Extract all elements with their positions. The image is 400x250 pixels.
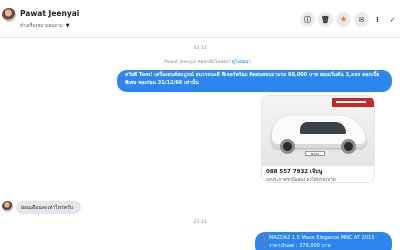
image-attachment[interactable]: MAZ2 088 557 7932 เจ้บนู ลงประกาศรถมือสอ… xyxy=(261,95,375,183)
checkmark-icon: ✓ xyxy=(389,15,396,24)
label-selector[interactable]: ทำเครื่องหมายคนถาม ▼ xyxy=(20,22,70,30)
system-message-text: Pawat Jeenyai ตอบกลับโฆษณา xyxy=(164,60,231,65)
wheel xyxy=(280,139,295,154)
incoming-message: ผ่อนเดือนละเท่าไหร่ครับ xyxy=(16,201,81,214)
card-subtitle: ลงประกาศรถมือสอง ลงได้ทุกจังหวัด xyxy=(266,178,336,183)
mark-unread-button[interactable]: ✉ xyxy=(354,12,369,27)
avatar[interactable] xyxy=(2,8,16,22)
status-label: ทำเครื่องหมายคนถาม xyxy=(20,24,63,29)
car-photo[interactable]: MAZ2 xyxy=(262,96,374,166)
car-shape xyxy=(272,116,366,154)
sender-avatar[interactable] xyxy=(2,201,13,212)
car-window xyxy=(300,122,346,134)
message-line: 📍 MAZDA2 1.5 Maxx Elegance MNC AT 2013 xyxy=(261,235,375,241)
contact-name[interactable]: Pawat Jeenyai xyxy=(20,9,79,18)
alert-icon: ! xyxy=(375,15,380,24)
caret-down-icon: ▼ xyxy=(65,22,70,29)
spam-button[interactable]: ! xyxy=(370,12,385,27)
card-title: 088 557 7932 เจ้บนู xyxy=(266,169,323,175)
message-line: 📍 ราคาเงินสด : 379,000 บาท xyxy=(261,243,331,249)
conversation-header: Pawat Jeenyai ทำเครื่องหมายคนถาม ▼ ⓘ 🗑 ★… xyxy=(0,0,400,38)
timestamp: 03:14 xyxy=(193,220,207,225)
info-icon: ⓘ xyxy=(304,15,311,24)
star-button[interactable]: ★ xyxy=(336,12,351,27)
mail-icon: ✉ xyxy=(358,15,365,24)
wheel xyxy=(341,139,356,154)
view-ad-link[interactable]: ดูโฆษณา xyxy=(232,60,251,65)
system-message: Pawat Jeenyai ตอบกลับโฆษณา ดูโฆษณา xyxy=(0,59,400,66)
timestamp: 03:13 xyxy=(193,46,207,51)
trash-icon: 🗑 xyxy=(321,15,330,24)
message-text: สวัสดี Tom! เครื่องยนต์สมบูรณ์ สมรรถนะดี… xyxy=(125,72,380,86)
delete-button[interactable]: 🗑 xyxy=(318,12,333,27)
info-button[interactable]: ⓘ xyxy=(300,12,315,27)
message-text: ผ่อนเดือนละเท่าไหร่ครับ xyxy=(21,205,73,211)
outgoing-message: สวัสดี Tom! เครื่องยนต์สมบูรณ์ สมรรถนะดี… xyxy=(117,70,392,92)
license-plate: MAZ2 xyxy=(305,151,325,156)
done-button[interactable]: ✓ xyxy=(385,12,400,27)
ad-banner xyxy=(332,98,374,107)
star-icon: ★ xyxy=(339,14,348,25)
outgoing-message: 📍 MAZDA2 1.5 Maxx Elegance MNC AT 2013 📍… xyxy=(255,232,392,250)
